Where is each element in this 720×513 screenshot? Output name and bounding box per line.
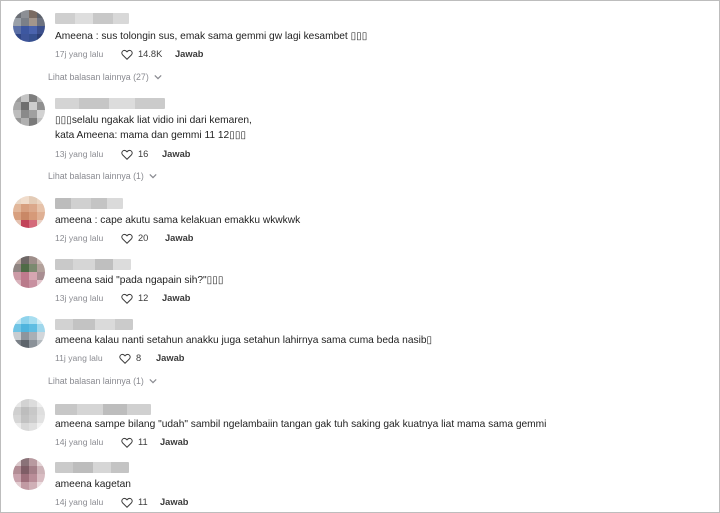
avatar[interactable]	[13, 316, 45, 348]
reply-button[interactable]: Jawab	[160, 437, 188, 447]
like-count: 14.8K	[138, 49, 163, 59]
like-count: 11	[138, 497, 148, 507]
comment-meta: 13j yang lalu 12 Jawab	[55, 291, 255, 305]
comment-time: 17j yang lalu	[55, 49, 104, 59]
comment-text: Ameena : sus tolongin sus, emak sama gem…	[55, 31, 368, 42]
comment-meta: 13j yang lalu 16 Jawab	[55, 147, 255, 161]
comment-time: 12j yang lalu	[55, 233, 104, 243]
comment-text: ameena kagetan	[55, 479, 131, 490]
comment-time: 13j yang lalu	[55, 293, 104, 303]
like-count: 16	[138, 149, 149, 159]
heart-outline-icon	[121, 497, 133, 508]
like-count: 8	[136, 353, 142, 363]
like-button[interactable]: 20	[121, 233, 148, 244]
heart-outline-icon	[121, 149, 133, 160]
comment-text-line-2: kata Ameena: mama dan gemmi 11 12▯▯▯	[55, 130, 247, 141]
comment-time: 14j yang lalu	[55, 437, 104, 447]
username-redacted[interactable]	[55, 259, 131, 270]
reply-button[interactable]: Jawab	[162, 149, 190, 159]
comment-time: 14j yang lalu	[55, 497, 104, 507]
heart-outline-icon	[121, 437, 133, 448]
like-button[interactable]: 12	[121, 293, 148, 304]
view-more-replies-label: Lihat balasan lainnya (1)	[48, 171, 144, 181]
like-count: 12	[138, 293, 149, 303]
username-redacted[interactable]	[55, 98, 165, 109]
username-redacted[interactable]	[55, 13, 129, 24]
like-count: 20	[138, 233, 149, 243]
view-more-replies[interactable]: Lihat balasan lainnya (1)	[48, 171, 157, 181]
reply-button[interactable]: Jawab	[162, 293, 190, 303]
reply-button[interactable]: Jawab	[160, 497, 188, 507]
username-redacted[interactable]	[55, 198, 123, 209]
comment-time: 13j yang lalu	[55, 149, 104, 159]
avatar[interactable]	[13, 196, 45, 228]
comment-time: 11j yang lalu	[55, 353, 103, 363]
avatar[interactable]	[13, 94, 45, 126]
comment-text: ameena kalau nanti setahun anakku juga s…	[55, 335, 433, 346]
comment-meta: 11j yang lalu 8 Jawab	[55, 351, 255, 365]
like-button[interactable]: 11	[121, 437, 148, 448]
chevron-down-icon	[149, 173, 157, 179]
heart-outline-icon	[121, 233, 133, 244]
heart-outline-icon	[121, 49, 133, 60]
comment-text: ameena sampe bilang "udah" sambil ngelam…	[55, 419, 547, 430]
view-more-replies[interactable]: Lihat balasan lainnya (27)	[48, 72, 162, 82]
view-more-replies-label: Lihat balasan lainnya (1)	[48, 376, 144, 386]
comment-meta: 12j yang lalu 20 Jawab	[55, 231, 255, 245]
like-button[interactable]: 8	[119, 353, 141, 364]
like-button[interactable]: 16	[121, 149, 148, 160]
avatar[interactable]	[13, 10, 45, 42]
heart-outline-icon	[119, 353, 131, 364]
view-more-replies[interactable]: Lihat balasan lainnya (1)	[48, 376, 157, 386]
chevron-down-icon	[149, 378, 157, 384]
comment-text: ameena said "pada ngapain sih?"▯▯▯	[55, 275, 224, 286]
avatar[interactable]	[13, 256, 45, 288]
view-more-replies-label: Lihat balasan lainnya (27)	[48, 72, 149, 82]
reply-button[interactable]: Jawab	[165, 233, 193, 243]
username-redacted[interactable]	[55, 319, 133, 330]
like-button[interactable]: 11	[121, 497, 148, 508]
comment-meta: 14j yang lalu 11 Jawab	[55, 495, 255, 509]
username-redacted[interactable]	[55, 404, 151, 415]
comment-text: ameena : cape akutu sama kelakuan emakku…	[55, 215, 301, 226]
heart-outline-icon	[121, 293, 133, 304]
chevron-down-icon	[154, 74, 162, 80]
like-count: 11	[138, 437, 148, 447]
avatar[interactable]	[13, 399, 45, 431]
username-redacted[interactable]	[55, 462, 129, 473]
reply-button[interactable]: Jawab	[175, 49, 203, 59]
avatar[interactable]	[13, 458, 45, 490]
comment-section: Ameena : sus tolongin sus, emak sama gem…	[0, 0, 720, 513]
comment-meta: 14j yang lalu 11 Jawab	[55, 435, 255, 449]
like-button[interactable]: 14.8K	[121, 49, 162, 60]
comment-meta: 17j yang lalu 14.8K Jawab	[55, 47, 255, 61]
comment-text-line-1: ▯▯▯selalu ngakak liat vidio ini dari kem…	[55, 115, 252, 126]
reply-button[interactable]: Jawab	[156, 353, 184, 363]
